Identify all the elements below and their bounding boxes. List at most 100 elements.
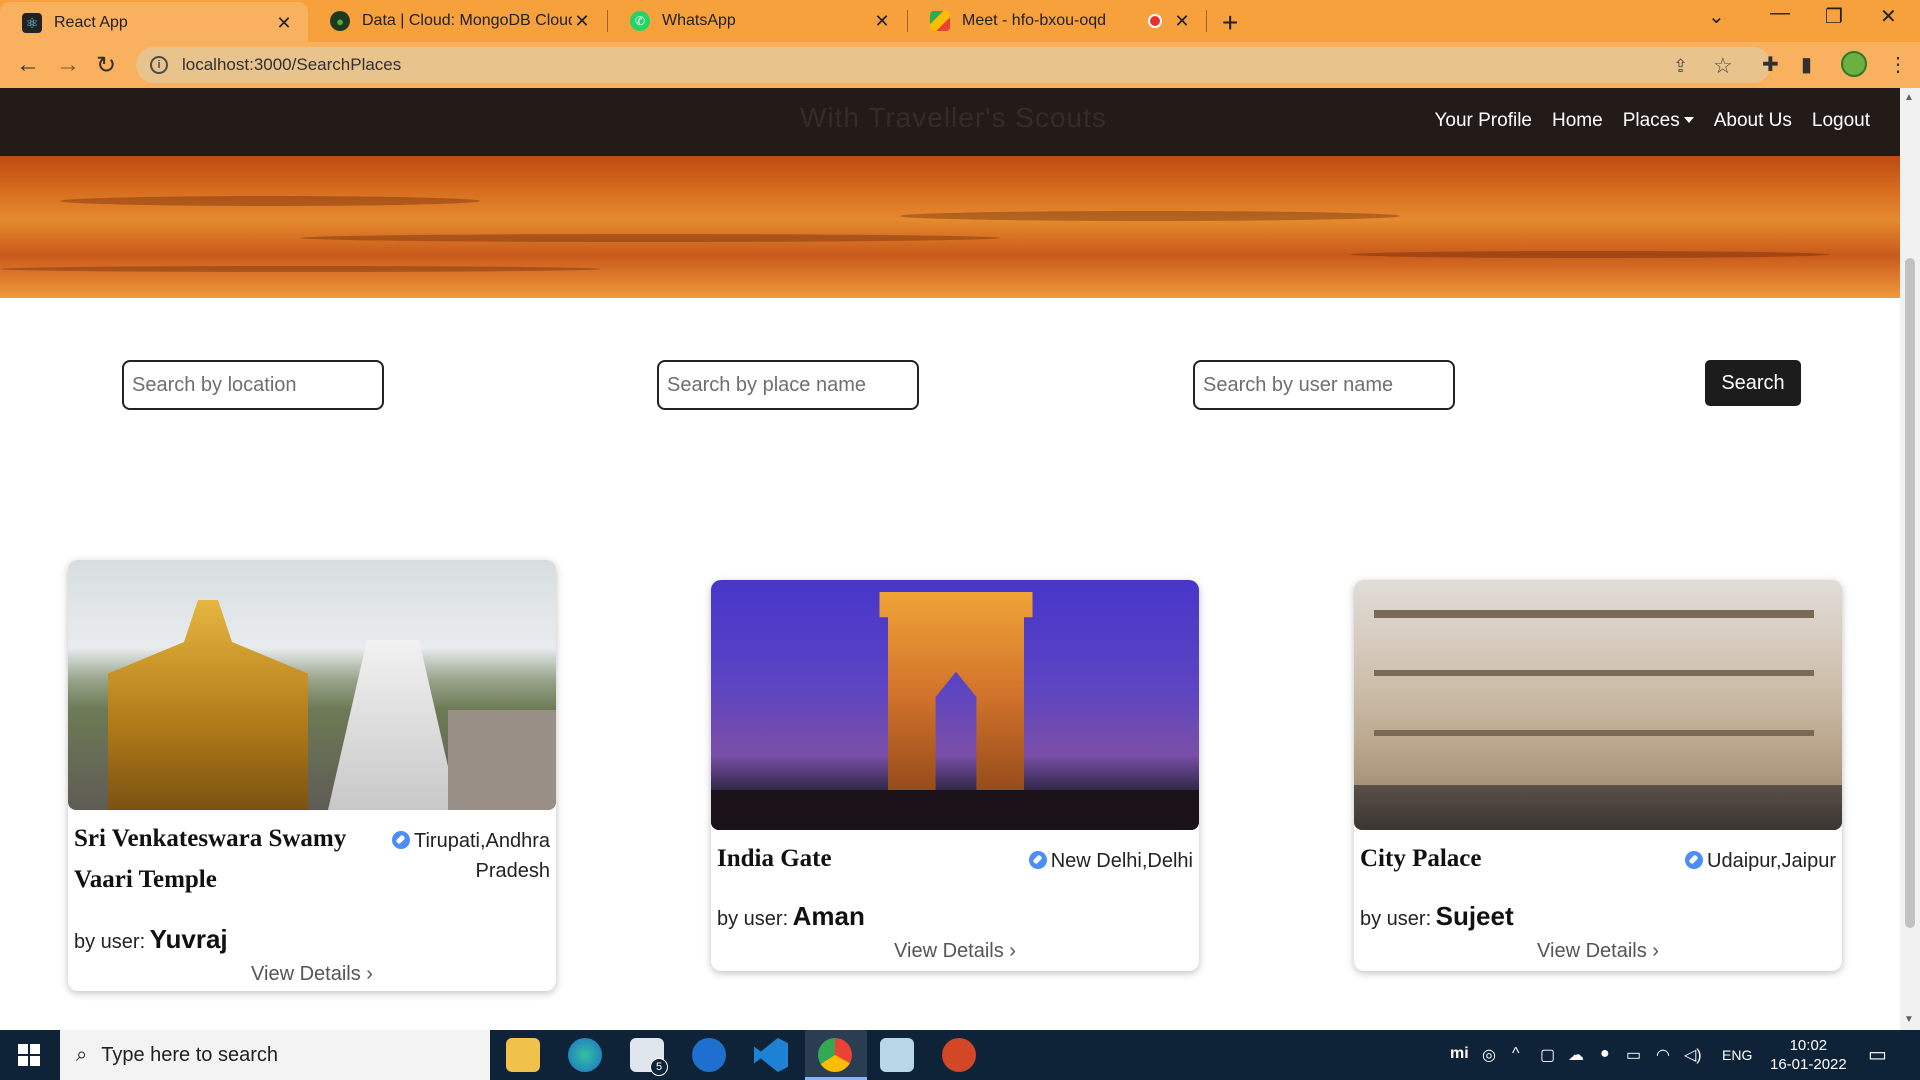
close-icon[interactable]: ✕ [872,11,892,32]
nav-home[interactable]: Home [1552,110,1603,132]
bookmark-star-icon[interactable]: ☆ [1713,53,1733,79]
nav-your-profile[interactable]: Your Profile [1434,110,1532,132]
user-app-icon[interactable] [692,1038,726,1072]
taskbar-search-placeholder: Type here to search [101,1043,278,1066]
temple-image[interactable] [68,560,556,810]
menu-kebab-icon[interactable]: ⋮ [1888,52,1908,77]
browser-tab-strip: ⚛ React App ✕ ● Data | Cloud: MongoDB Cl… [0,0,1920,44]
close-icon[interactable]: ✕ [1172,11,1192,32]
search-user-input[interactable] [1193,360,1455,410]
back-arrow-icon[interactable]: ← [16,51,40,79]
window-close-icon[interactable]: ✕ [1880,4,1897,29]
search-button[interactable]: Search [1705,360,1801,406]
nav-places-dropdown[interactable]: Places [1623,110,1694,132]
file-explorer-icon[interactable] [506,1038,540,1072]
minimize-icon[interactable]: — [1770,2,1790,25]
site-info-icon[interactable]: i [150,56,168,74]
tab-separator [1206,10,1207,32]
tab-title: Data | Cloud: MongoDB Cloud [362,12,572,29]
nav-links: Your Profile Home Places About Us Logout [1434,110,1870,132]
battery-icon[interactable]: ▭ [1626,1045,1641,1065]
tab-react-app[interactable]: ⚛ React App ✕ [0,2,308,44]
language-indicator[interactable]: ENG [1722,1047,1752,1063]
mongodb-icon: ● [330,11,350,31]
mail-badge: 5 [650,1058,668,1076]
hero-sunset-banner [0,156,1900,298]
place-location: New Delhi,Delhi [1028,846,1193,876]
wifi-icon[interactable]: ◠ [1656,1045,1670,1065]
mi-icon[interactable]: mi [1450,1045,1469,1063]
onedrive-icon[interactable]: ☁ [1568,1045,1584,1065]
view-details-link[interactable]: View Details › [717,940,1193,963]
view-details-label: View Details [894,940,1004,962]
profile-avatar[interactable] [1841,51,1867,77]
location-line-2: Pradesh [475,860,551,882]
chevron-up-icon[interactable]: ^ [1512,1045,1520,1063]
compass-icon [1028,851,1047,869]
author-name: Yuvraj [149,924,228,954]
location-line-1: Udaipur,Jaipur [1707,850,1836,872]
recording-icon [1148,14,1162,28]
volume-icon[interactable]: ◁) [1684,1045,1702,1065]
powerpoint-icon[interactable] [942,1038,976,1072]
search-icon: ⌕ [76,1043,88,1066]
search-place-input[interactable] [657,360,919,410]
chevron-right-icon: › [1003,940,1016,962]
tab-whatsapp[interactable]: ✆ WhatsApp ✕ [608,0,906,42]
search-location-input[interactable] [122,360,384,410]
tab-search-chevron-icon[interactable]: ⌄ [1708,4,1725,29]
by-user-label: by user: [717,908,789,930]
url-text[interactable]: localhost:3000/SearchPlaces [182,55,401,75]
site-brand[interactable]: With Traveller's Scouts [800,102,1107,134]
author-name: Aman [792,901,865,931]
nav-logout[interactable]: Logout [1812,110,1870,132]
system-clock[interactable]: 10:02 16-01-2022 [1770,1036,1847,1074]
windows-start-icon[interactable] [18,1044,40,1066]
new-tab-icon[interactable]: + [1222,7,1238,39]
view-details-label: View Details [251,963,361,985]
view-details-label: View Details [1537,940,1647,962]
scrollbar-thumb[interactable] [1905,258,1915,928]
place-location: Tirupati,Andhra Pradesh [392,826,550,886]
reload-icon[interactable]: ↻ [96,51,116,80]
meet-now-icon[interactable]: ▢ [1540,1045,1555,1065]
card-body: City Palace Udaipur,Jaipur by user: Suje… [1354,838,1842,963]
extensions-puzzle-icon[interactable]: ✚ [1762,52,1779,77]
chrome-icon[interactable] [818,1038,852,1072]
author-name: Sujeet [1435,901,1514,931]
notepad-icon[interactable] [880,1038,914,1072]
tab-meet[interactable]: Meet - hfo-bxou-oqd ✕ [908,0,1206,42]
author-line: by user: Sujeet [1360,901,1836,932]
mail-icon[interactable]: 5 [630,1038,668,1076]
tab-title: React App [54,14,128,31]
view-details-link[interactable]: View Details › [74,963,550,986]
whatsapp-icon: ✆ [630,11,650,31]
forward-arrow-icon[interactable]: → [56,51,80,79]
page-scrollbar[interactable]: ▲ ▼ [1900,88,1920,1030]
scroll-down-icon[interactable]: ▼ [1904,1014,1914,1025]
taskbar-search-box[interactable]: ⌕ Type here to search [60,1030,490,1080]
city-palace-image[interactable] [1354,580,1842,830]
restore-icon[interactable]: ❐ [1825,4,1843,29]
microphone-icon[interactable]: ● [1600,1045,1610,1063]
close-icon[interactable]: ✕ [274,13,294,34]
vscode-icon[interactable] [754,1038,788,1072]
scroll-up-icon[interactable]: ▲ [1904,92,1914,103]
clock-date: 16-01-2022 [1770,1056,1847,1073]
side-panel-icon[interactable]: ▮ [1801,52,1812,77]
address-bar[interactable]: i localhost:3000/SearchPlaces [136,47,1771,83]
close-icon[interactable]: ✕ [572,11,592,32]
chevron-right-icon: › [1646,940,1659,962]
author-line: by user: Yuvraj [74,924,550,955]
edge-icon[interactable] [568,1038,602,1072]
tab-title: Meet - hfo-bxou-oqd [962,12,1107,29]
meet-icon [930,11,950,31]
nav-about-us[interactable]: About Us [1714,110,1792,132]
tab-mongodb[interactable]: ● Data | Cloud: MongoDB Cloud ✕ [308,0,606,42]
place-name: Sri Venkateswara Swamy Vaari Temple [74,825,347,893]
notifications-icon[interactable]: ▭ [1868,1042,1887,1067]
share-icon[interactable]: ⇪ [1673,56,1688,77]
view-details-link[interactable]: View Details › [1360,940,1836,963]
india-gate-image[interactable] [711,580,1199,830]
sync-icon[interactable]: ◎ [1482,1045,1496,1065]
